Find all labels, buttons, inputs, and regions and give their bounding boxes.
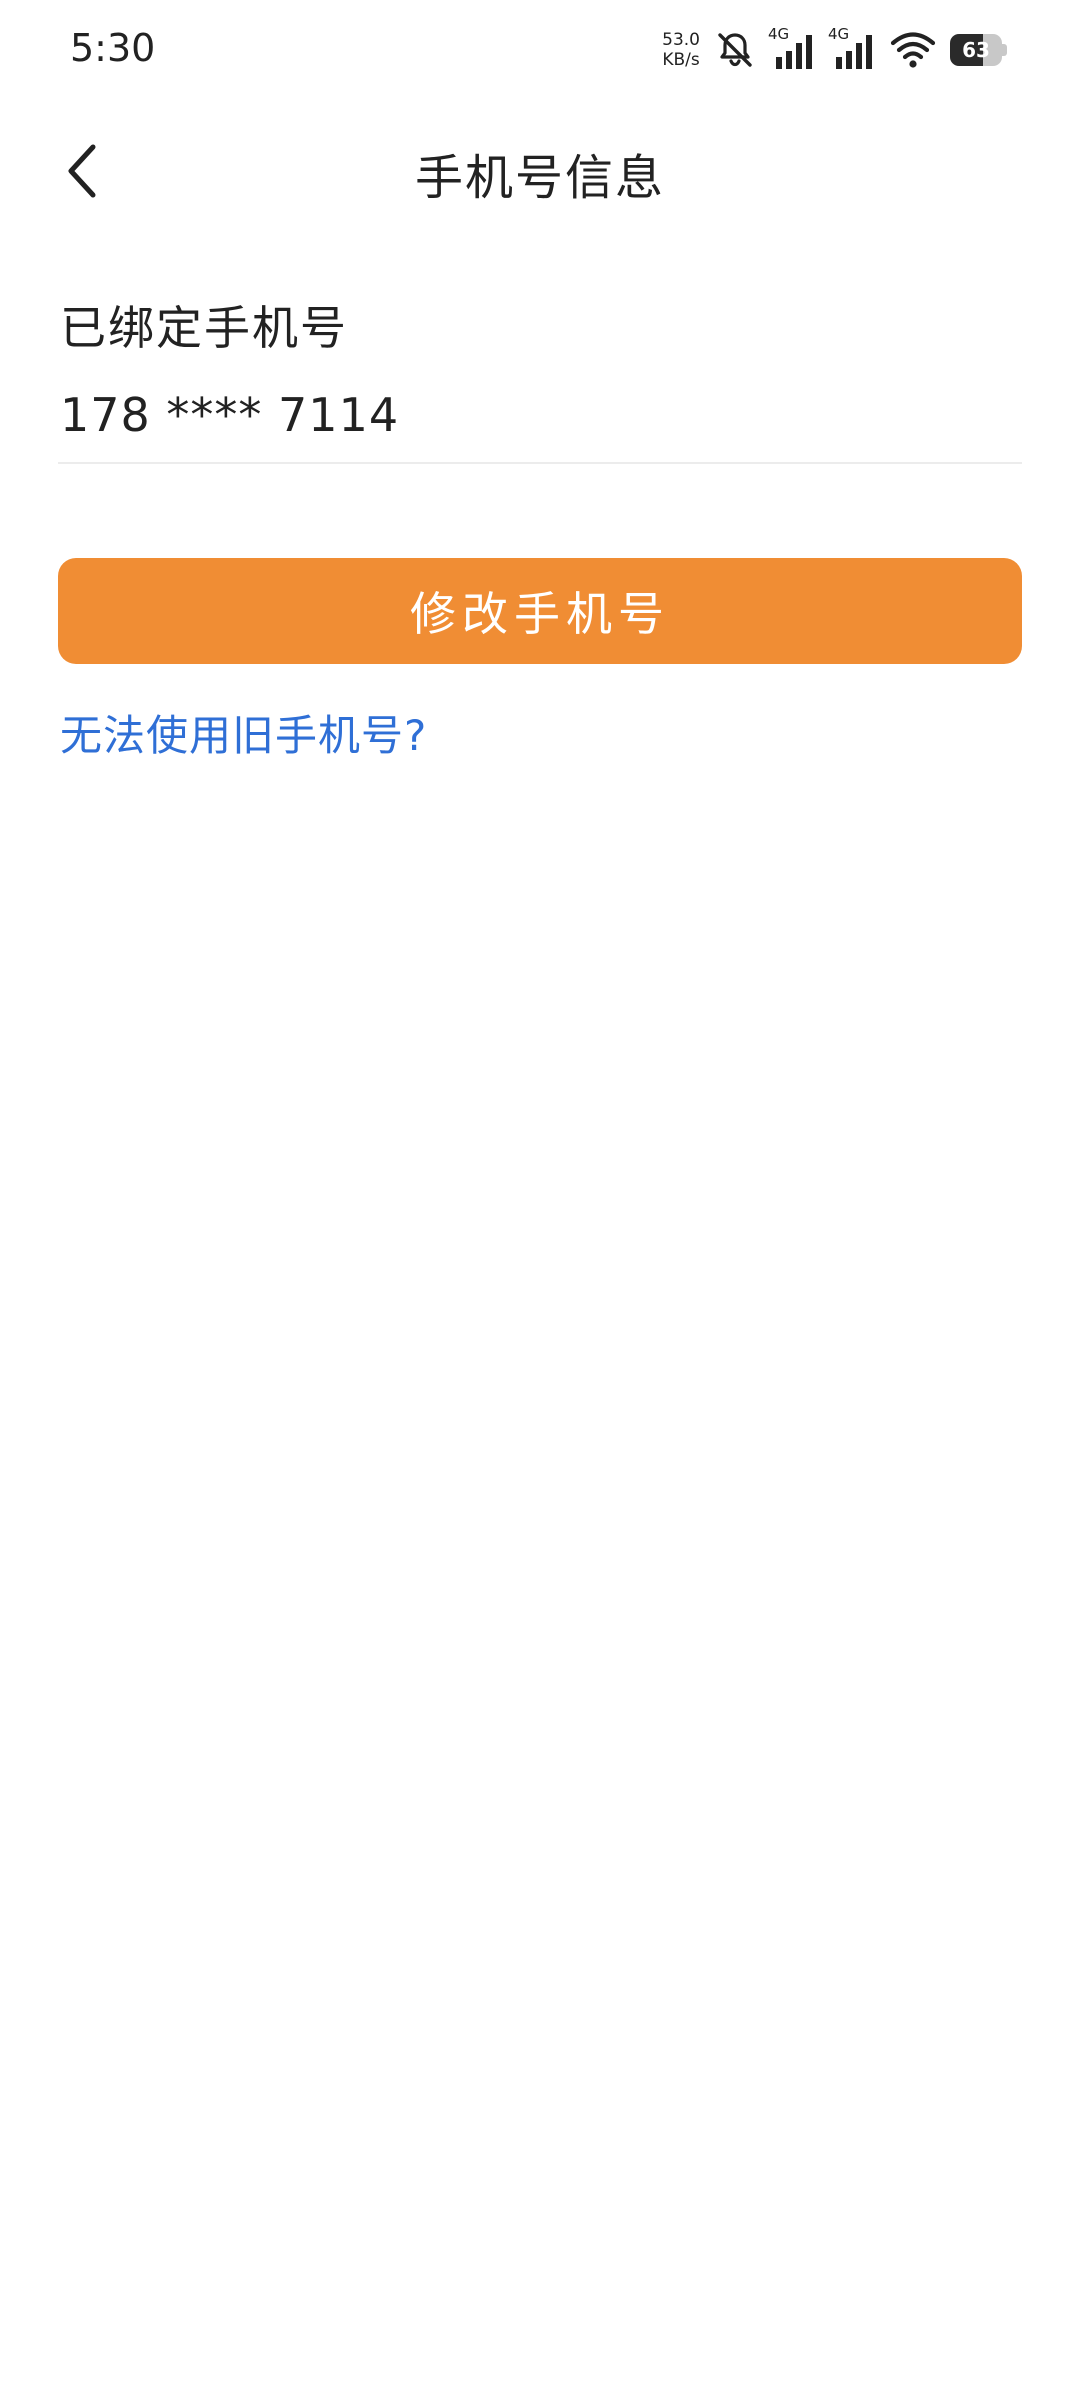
divider xyxy=(58,462,1022,464)
signal-icon: 4G xyxy=(768,25,816,73)
wifi-icon xyxy=(890,30,936,70)
signal-icon: 4G xyxy=(828,25,876,73)
page-title: 手机号信息 xyxy=(414,150,665,206)
network-speed-unit: KB/s xyxy=(662,50,700,70)
network-speed-value: 53.0 xyxy=(662,30,700,50)
bound-phone-value: 178 **** 7114 xyxy=(60,388,400,442)
mute-icon xyxy=(714,29,756,71)
status-time: 5:30 xyxy=(70,26,156,70)
cannot-use-old-phone-link[interactable]: 无法使用旧手机号? xyxy=(60,702,427,763)
battery-level: 63 xyxy=(950,34,1002,66)
phone-info-screen: 5:30 53.0 KB/s 4G 4G 63 手机号信息 已绑定手机号 178… xyxy=(0,0,1080,2400)
bound-phone-label: 已绑定手机号 xyxy=(60,301,348,355)
battery-icon: 63 xyxy=(950,34,1010,66)
status-icons: 53.0 KB/s 4G 4G 63 xyxy=(662,22,1010,78)
network-speed: 53.0 KB/s xyxy=(662,30,700,70)
status-bar: 5:30 53.0 KB/s 4G 4G 63 xyxy=(0,0,1080,100)
change-phone-button[interactable]: 修改手机号 xyxy=(58,558,1022,664)
header: 手机号信息 xyxy=(0,110,1080,230)
